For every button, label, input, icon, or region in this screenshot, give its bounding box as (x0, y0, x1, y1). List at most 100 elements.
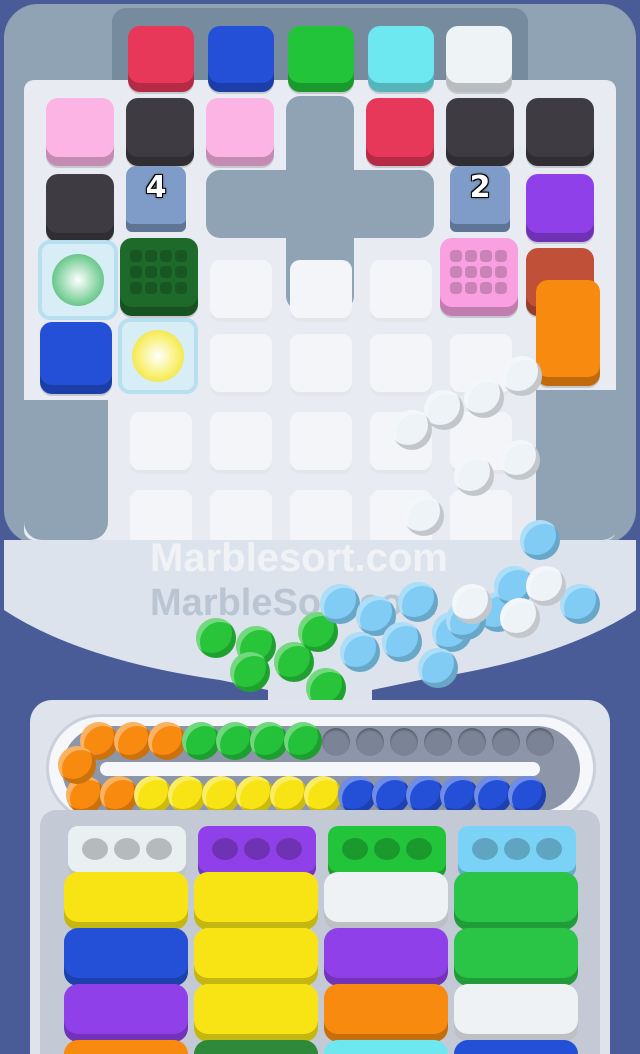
marble-lightblue (418, 648, 458, 688)
empty-slot (210, 260, 272, 322)
marble-lightblue (382, 622, 422, 662)
marble-white (526, 566, 566, 606)
column-block-blue[interactable] (64, 928, 188, 986)
column-block-green[interactable] (454, 928, 578, 986)
conveyor-marble-yellow (304, 776, 342, 814)
marble-white (454, 456, 494, 496)
box-marble-dot (160, 266, 172, 278)
conveyor-marble-blue (372, 776, 410, 814)
column-block-purple[interactable] (324, 928, 448, 986)
box-marble-dot (130, 282, 142, 294)
block-cyan[interactable] (368, 26, 434, 92)
conveyor-marble-green (182, 722, 220, 760)
conveyor-marble-orange (58, 746, 96, 784)
cap-hole (472, 838, 498, 860)
column-cap-green[interactable] (328, 826, 446, 878)
column-block-white[interactable] (454, 984, 578, 1042)
box-marble-dot (480, 282, 492, 294)
column-block-yellow[interactable] (64, 872, 188, 930)
column-block-orange[interactable] (324, 984, 448, 1042)
block-dark[interactable] (446, 98, 514, 166)
block-purple[interactable] (526, 174, 594, 242)
column-block-partial[interactable] (324, 1040, 448, 1054)
conveyor-slot-empty (458, 728, 486, 756)
counter-tag-left: 4 (126, 166, 186, 232)
column-block-purple[interactable] (64, 984, 188, 1042)
column-block-partial[interactable] (454, 1040, 578, 1054)
marble-box-block[interactable] (440, 238, 518, 316)
empty-slot (290, 260, 352, 322)
cap-hole (342, 838, 368, 860)
box-marble-dot (450, 250, 462, 262)
empty-slot (130, 412, 192, 474)
empty-slot (290, 334, 352, 396)
cap-hole (276, 838, 302, 860)
conveyor-marble-yellow (202, 776, 240, 814)
conveyor-marble-yellow (270, 776, 308, 814)
box-marble-dot (495, 266, 507, 278)
board-left-wall (24, 400, 108, 540)
block-dark[interactable] (526, 98, 594, 166)
conveyor-marble-green (284, 722, 322, 760)
conveyor-marble-orange (148, 722, 186, 760)
block-white[interactable] (446, 26, 512, 92)
conveyor-slot-empty (424, 728, 452, 756)
marble-lightblue (520, 520, 560, 560)
box-marble-dot (450, 266, 462, 278)
empty-slot (370, 334, 432, 396)
block-blue[interactable] (40, 322, 112, 394)
frozen-block[interactable] (38, 240, 118, 320)
column-cap-purple[interactable] (198, 826, 316, 878)
column-block-yellow[interactable] (194, 928, 318, 986)
block-red[interactable] (128, 26, 194, 92)
block-pink[interactable] (206, 98, 274, 166)
block-orange[interactable] (536, 280, 600, 386)
block-green[interactable] (288, 26, 354, 92)
marble-white (392, 410, 432, 450)
marble-lightblue (340, 632, 380, 672)
column-cap-lightblue[interactable] (458, 826, 576, 878)
conveyor-slot-empty (492, 728, 520, 756)
box-marble-dot (465, 282, 477, 294)
board-right-wall (536, 390, 620, 540)
conveyor-marble-green (250, 722, 288, 760)
plus-wall-horizontal (206, 170, 434, 238)
marble-white (502, 356, 542, 396)
block-blue[interactable] (208, 26, 274, 92)
cap-hole (504, 838, 530, 860)
frozen-core (132, 330, 184, 382)
marble-lightblue (320, 584, 360, 624)
box-marble-dot (130, 250, 142, 262)
conveyor-marble-orange (100, 776, 138, 814)
frozen-core (52, 254, 104, 306)
marble-white (452, 584, 492, 624)
frozen-block[interactable] (118, 318, 198, 394)
block-pink[interactable] (46, 98, 114, 166)
box-marble-dot (495, 282, 507, 294)
counter-tag-left-number: 4 (145, 170, 167, 205)
box-marble-dot (480, 266, 492, 278)
cap-hole (146, 838, 172, 860)
conveyor-slot-empty (322, 728, 350, 756)
box-marble-dot (465, 250, 477, 262)
box-marble-dot (480, 250, 492, 262)
column-block-yellow[interactable] (194, 984, 318, 1042)
empty-slot (290, 412, 352, 474)
column-block-partial[interactable] (194, 1040, 318, 1054)
conveyor-marble-yellow (168, 776, 206, 814)
box-marble-dot (145, 266, 157, 278)
watermark-main: Marblesort.com (150, 536, 448, 580)
block-dark[interactable] (46, 174, 114, 242)
column-cap-white[interactable] (68, 826, 186, 878)
marble-box-block[interactable] (120, 238, 198, 316)
block-dark[interactable] (126, 98, 194, 166)
column-block-partial[interactable] (64, 1040, 188, 1054)
conveyor-marble-blue (508, 776, 546, 814)
column-block-white[interactable] (324, 872, 448, 930)
column-block-green[interactable] (454, 872, 578, 930)
block-red[interactable] (366, 98, 434, 166)
marble-white (404, 496, 444, 536)
column-block-yellow[interactable] (194, 872, 318, 930)
marble-white (500, 598, 540, 638)
counter-tag-right: 2 (450, 166, 510, 232)
